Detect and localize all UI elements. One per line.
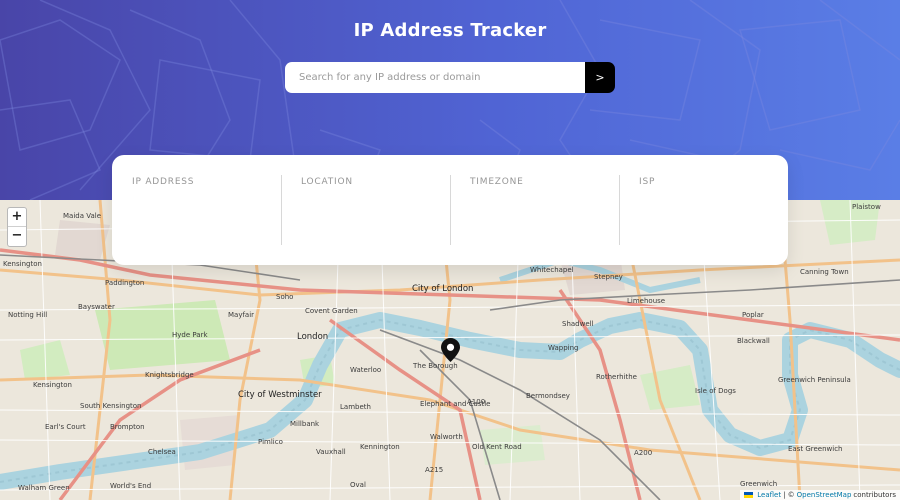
map-label: Kennington xyxy=(360,443,400,451)
map-label: City of Westminster xyxy=(238,390,322,400)
zoom-in-button[interactable]: + xyxy=(8,208,26,227)
info-label: TIMEZONE xyxy=(470,177,524,187)
map-label: Whitechapel xyxy=(530,266,574,274)
ukraine-flag-icon xyxy=(744,492,754,498)
info-timezone: TIMEZONE xyxy=(450,155,619,265)
map-label: Vauxhall xyxy=(316,448,346,456)
map-label: London xyxy=(297,332,329,342)
map-label: Kensington xyxy=(33,381,72,389)
map-label: Greenwich Peninsula xyxy=(778,376,851,384)
map-label: Paddington xyxy=(105,279,145,287)
map-label: Wapping xyxy=(548,344,579,352)
map-label: Knightsbridge xyxy=(145,371,194,379)
map-label: Oval xyxy=(350,481,366,489)
map-label: Kensington xyxy=(3,260,42,268)
map-label: Maida Vale xyxy=(63,212,102,220)
info-ip-address: IP ADDRESS xyxy=(112,155,281,265)
map-label: Plaistow xyxy=(852,203,881,211)
map-label: Hyde Park xyxy=(172,331,208,339)
map-label: Brompton xyxy=(110,423,145,431)
info-location: LOCATION xyxy=(281,155,450,265)
map-label: Poplar xyxy=(742,311,764,319)
ip-info-card: IP ADDRESS LOCATION TIMEZONE ISP xyxy=(112,155,788,265)
map-label: Notting Hill xyxy=(8,311,48,319)
map-label: Bermondsey xyxy=(526,392,570,400)
map-label: World's End xyxy=(110,482,152,490)
map-label: Old Kent Road xyxy=(472,443,522,451)
search-bar: > xyxy=(285,62,615,93)
map-label: A215 xyxy=(425,466,444,474)
info-label: LOCATION xyxy=(301,177,353,187)
map-label: Mayfair xyxy=(228,311,255,319)
openstreetmap-link[interactable]: OpenStreetMap xyxy=(797,491,852,499)
map-label: East Greenwich xyxy=(788,445,843,453)
map-label: Blackwall xyxy=(737,337,770,345)
map-label: Greenwich xyxy=(740,480,778,488)
search-submit-button[interactable]: > xyxy=(585,62,615,93)
map-label: Earl's Court xyxy=(45,423,86,431)
map-label: Soho xyxy=(276,293,294,301)
zoom-out-button[interactable]: − xyxy=(8,227,26,246)
attribution-suffix: contributors xyxy=(853,491,896,499)
attribution-separator: | © xyxy=(783,491,795,499)
search-input[interactable] xyxy=(285,62,585,93)
zoom-control: + − xyxy=(7,207,27,247)
map-label: Covent Garden xyxy=(305,307,358,315)
map-label: Chelsea xyxy=(148,448,176,456)
map-label: Walham Green xyxy=(18,484,70,492)
location-marker-icon[interactable] xyxy=(441,338,460,366)
map-label: Bayswater xyxy=(78,303,115,311)
map-label: Pimlico xyxy=(258,438,283,446)
map-label: Isle of Dogs xyxy=(695,387,736,395)
map-label: Canning Town xyxy=(800,268,849,276)
map-label: Millbank xyxy=(290,420,320,428)
map-label: Walworth xyxy=(430,433,463,441)
map-label: A100 xyxy=(467,398,486,406)
page-title: IP Address Tracker xyxy=(353,20,547,41)
info-isp: ISP xyxy=(619,155,788,265)
map-label: Shadwell xyxy=(562,320,594,328)
map-label: Stepney xyxy=(594,273,623,281)
info-label: IP ADDRESS xyxy=(132,177,195,187)
map-attribution: Leaflet | © OpenStreetMap contributors xyxy=(740,490,900,500)
map-label: City of London xyxy=(412,284,474,294)
map-label: South Kensington xyxy=(80,402,142,410)
leaflet-link[interactable]: Leaflet xyxy=(757,491,781,499)
info-label: ISP xyxy=(639,177,656,187)
map-label: Lambeth xyxy=(340,403,371,411)
map-label: Waterloo xyxy=(350,366,382,374)
map-label: A200 xyxy=(634,449,653,457)
map-label: Limehouse xyxy=(627,297,666,305)
map-label: Rotherhithe xyxy=(596,373,637,381)
